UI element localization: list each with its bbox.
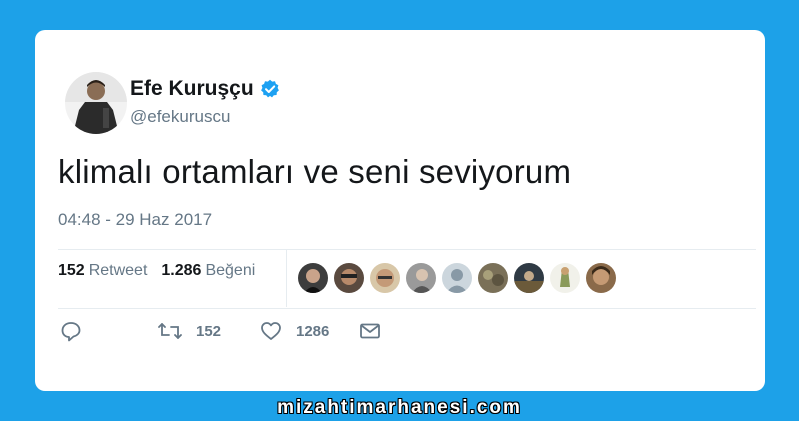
retweet-action-count: 152 [196, 322, 222, 340]
like-button[interactable]: 1286 [260, 320, 329, 342]
liker-avatar-2[interactable] [334, 263, 364, 293]
tweet-card: Efe Kuruşçu @efekuruscu klimalı ortamlar… [35, 30, 765, 391]
liker-avatar-7[interactable] [514, 263, 544, 293]
liker-avatar-4[interactable] [406, 263, 436, 293]
retweet-label[interactable]: Retweet [89, 262, 148, 280]
tweet-timestamp[interactable]: 04:48 - 29 Haz 2017 [58, 210, 212, 230]
like-count[interactable]: 1.286 [161, 262, 201, 280]
engagement-stats: 152 Retweet 1.286 Beğeni [58, 262, 255, 280]
liker-avatars [298, 263, 616, 293]
divider-top [58, 249, 756, 250]
liker-avatar-9[interactable] [586, 263, 616, 293]
verified-badge-icon [260, 79, 280, 99]
liker-avatar-3[interactable] [370, 263, 400, 293]
tweet-actions: 152 1286 [58, 320, 458, 350]
author-handle[interactable]: @efekuruscu [130, 107, 230, 127]
liker-avatar-1[interactable] [298, 263, 328, 293]
author-name[interactable]: Efe Kuruşçu [130, 77, 254, 101]
author-avatar[interactable] [65, 72, 127, 134]
like-label[interactable]: Beğeni [205, 262, 255, 280]
site-watermark: mizahtimarhanesi.com [277, 397, 522, 418]
tweet-text: klimalı ortamları ve seni seviyorum [58, 153, 572, 190]
divider-bottom [58, 308, 756, 309]
heart-icon [261, 322, 281, 340]
retweet-count[interactable]: 152 [58, 262, 85, 280]
liker-avatar-6[interactable] [478, 263, 508, 293]
stats-separator [286, 249, 287, 307]
retweet-button[interactable]: 152 [158, 320, 221, 342]
retweet-icon [158, 323, 182, 339]
envelope-icon [360, 323, 380, 339]
like-action-count: 1286 [296, 322, 330, 340]
reply-button[interactable] [60, 320, 82, 342]
author-name-row: Efe Kuruşçu [130, 77, 280, 101]
liker-avatar-default[interactable] [442, 263, 472, 293]
reply-icon [61, 322, 81, 342]
direct-message-button[interactable] [359, 320, 381, 342]
liker-avatar-8[interactable] [550, 263, 580, 293]
